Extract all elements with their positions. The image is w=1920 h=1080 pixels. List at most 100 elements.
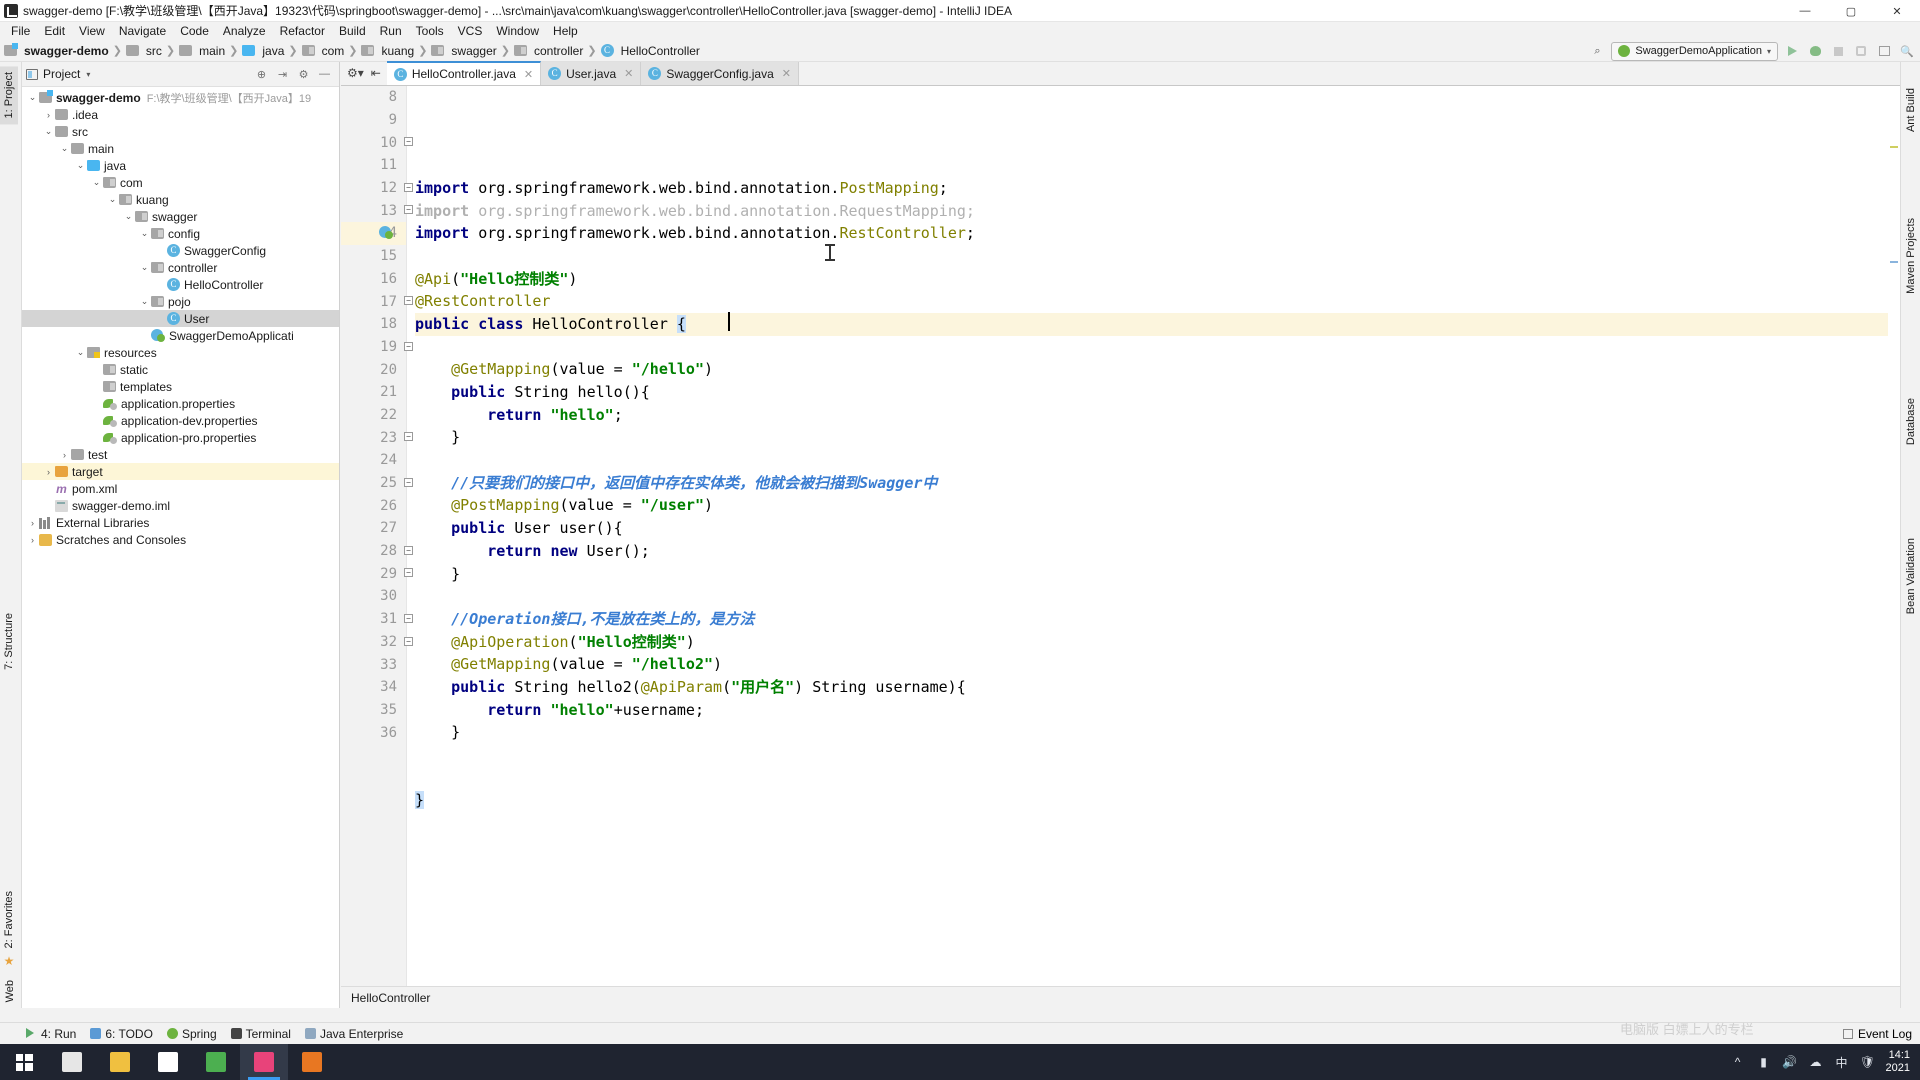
line-number[interactable]: 11 [341,154,406,177]
coverage-button[interactable] [1852,42,1870,60]
code-line[interactable]: } [415,426,1900,449]
line-number[interactable]: 32− [341,631,413,654]
line-number[interactable]: 25− [341,472,413,495]
tree-node-com[interactable]: ⌄ com [22,174,339,191]
code-line[interactable]: public String hello2(@ApiParam("用户名") St… [415,676,1900,699]
tree-node-src[interactable]: ⌄ src [22,123,339,140]
code-line[interactable]: @Api("Hello控制类") [415,268,1900,291]
menu-item-refactor[interactable]: Refactor [273,23,332,39]
line-number[interactable]: 28− [341,540,413,563]
code-line[interactable]: } [415,789,1900,812]
close-button[interactable]: ✕ [1874,0,1920,22]
tree-node--idea[interactable]: › .idea [22,106,339,123]
taskbar-browser-icon[interactable] [192,1044,240,1080]
chevron-right-icon[interactable]: › [58,450,71,460]
layout-button[interactable] [1875,42,1893,60]
sidebar-item-web[interactable]: Web [1,974,19,1008]
tree-node-application-dev-properties[interactable]: · application-dev.properties [22,412,339,429]
taskbar-clock[interactable]: 14:1 2021 [1886,1049,1910,1075]
chevron-down-icon[interactable]: ▾ [86,70,90,79]
chevron-down-icon[interactable]: ⌄ [42,126,55,137]
code-line[interactable]: @PostMapping(value = "/user") [415,494,1900,517]
code-line[interactable] [415,336,1900,359]
sidebar-item-structure[interactable]: 7: Structure [0,607,18,676]
tree-node-controller[interactable]: ⌄ controller [22,259,339,276]
chevron-down-icon[interactable]: ⌄ [106,194,119,205]
event-log-button[interactable]: Event Log [1842,1027,1912,1041]
line-number[interactable]: 33 [341,653,406,676]
minimize-button[interactable]: — [1782,0,1828,22]
chevron-down-icon[interactable]: ⌄ [138,228,151,239]
line-number[interactable]: 22 [341,404,406,427]
code-line[interactable] [415,585,1900,608]
line-number[interactable]: 34 [341,676,406,699]
menu-item-run[interactable]: Run [373,23,409,39]
breadcrumb-item-controller[interactable]: controller [513,44,583,58]
taskbar-file-explorer-icon[interactable] [96,1044,144,1080]
menu-item-file[interactable]: File [4,23,37,39]
network-icon[interactable]: ▮ [1756,1054,1772,1070]
tree-node-resources[interactable]: ⌄ resources [22,344,339,361]
chevron-right-icon[interactable]: › [26,518,39,528]
editor-scrollbar[interactable] [1888,86,1900,1008]
tree-node-swagger[interactable]: ⌄ swagger [22,208,339,225]
tree-node-test[interactable]: › test [22,446,339,463]
menu-item-window[interactable]: Window [489,23,546,39]
search-icon[interactable]: 🔍 [1898,42,1916,60]
code-line[interactable]: public String hello(){ [415,381,1900,404]
editor-tab-user-java[interactable]: C User.java ✕ [541,62,642,85]
line-number[interactable]: 30 [341,585,406,608]
tree-node-main[interactable]: ⌄ main [22,140,339,157]
code-line[interactable]: } [415,563,1900,586]
code-line[interactable]: public User user(){ [415,517,1900,540]
code-line[interactable] [415,245,1900,268]
right-tool-database[interactable]: Database [1902,392,1920,451]
maximize-button[interactable]: ▢ [1828,0,1874,22]
breadcrumb-item-kuang[interactable]: kuang [361,44,414,58]
chevron-right-icon[interactable]: › [42,110,55,120]
line-number[interactable]: 35 [341,699,406,722]
sidebar-item-project[interactable]: 1: Project [0,66,18,125]
line-number[interactable]: 31− [341,608,413,631]
right-tool-ant-build[interactable]: Ant Build [1902,82,1920,138]
run-configuration-selector[interactable]: SwaggerDemoApplication ▾ [1611,41,1778,61]
line-number[interactable]: 15 [341,245,406,268]
menu-item-vcs[interactable]: VCS [451,23,490,39]
tree-node-config[interactable]: ⌄ config [22,225,339,242]
target-icon[interactable]: ⊕ [255,68,268,81]
line-number[interactable]: 17− [341,290,413,313]
menu-item-build[interactable]: Build [332,23,373,39]
start-button[interactable] [0,1044,48,1080]
code-line[interactable]: import org.springframework.web.bind.anno… [415,200,1900,223]
line-number[interactable]: 21 [341,381,406,404]
code-line[interactable]: return new User(); [415,540,1900,563]
tree-node-application-properties[interactable]: · application.properties [22,395,339,412]
spring-bean-gutter-icon[interactable] [379,226,393,240]
close-icon[interactable]: ✕ [524,68,533,81]
menu-item-code[interactable]: Code [173,23,216,39]
close-icon[interactable]: ✕ [782,67,791,80]
breadcrumb-item-java[interactable]: java [242,44,284,58]
tree-node-scratches-and-consoles[interactable]: › Scratches and Consoles [22,531,339,548]
hide-icon[interactable]: — [318,68,331,81]
line-number[interactable]: 29− [341,562,413,585]
chevron-right-icon[interactable]: › [26,535,39,545]
line-number[interactable]: 8 [341,86,406,109]
breadcrumb-item-com[interactable]: com [301,44,344,58]
tree-node-application-pro-properties[interactable]: · application-pro.properties [22,429,339,446]
line-number[interactable]: 36 [341,721,406,744]
menu-item-navigate[interactable]: Navigate [112,23,173,39]
run-button[interactable] [1783,42,1801,60]
tree-node-pojo[interactable]: ⌄ pojo [22,293,339,310]
code-content[interactable]: import org.springframework.web.bind.anno… [407,86,1900,1008]
chevron-down-icon[interactable]: ⌄ [138,262,151,273]
collapse-icon[interactable]: ⇤ [371,66,381,80]
input-method-icon[interactable]: 中 [1834,1054,1850,1070]
code-line[interactable] [415,767,1900,790]
collapse-all-icon[interactable]: ⇥ [276,68,289,81]
right-tool-maven-projects[interactable]: Maven Projects [1902,212,1920,300]
tree-node-target[interactable]: › target [22,463,339,480]
close-icon[interactable]: ✕ [624,67,633,80]
code-line[interactable]: @GetMapping(value = "/hello") [415,358,1900,381]
breadcrumb-item-hellocontroller[interactable]: C HelloController [600,44,700,58]
